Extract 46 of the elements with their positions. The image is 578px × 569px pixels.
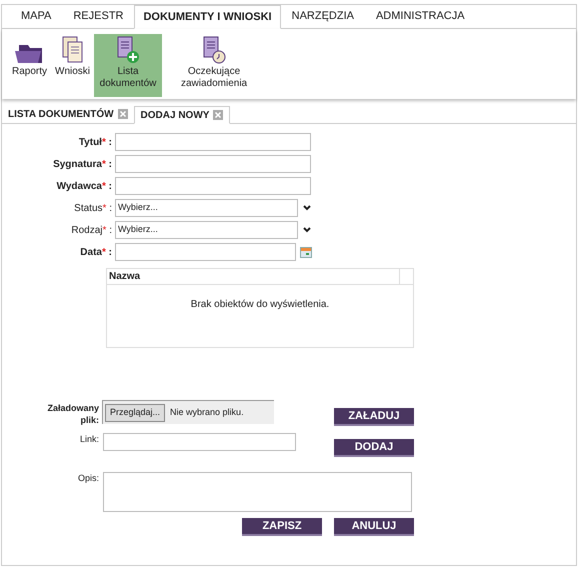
close-icon[interactable] bbox=[118, 109, 128, 119]
chevron-down-icon[interactable] bbox=[303, 227, 311, 233]
field-label: Wydawca* : bbox=[56, 180, 112, 194]
browse-button[interactable]: Przeglądaj... bbox=[105, 404, 166, 422]
empty-message: Brak obiektów do wyświetlenia. bbox=[190, 298, 330, 312]
ribbon-button[interactable]: Oczekujące zawiadomienia bbox=[172, 34, 256, 97]
field-label: Rodzaj* : bbox=[70, 224, 112, 238]
action-button[interactable]: ANULUJ bbox=[334, 518, 414, 536]
action-button[interactable]: DODAJ bbox=[334, 439, 414, 457]
field-label: Status* : bbox=[73, 202, 112, 216]
file-picker[interactable]: Przeglądaj... Nie wybrano pliku. bbox=[102, 400, 274, 424]
description-label: Opis: bbox=[76, 472, 99, 485]
upload-label: Załadowany plik: bbox=[46, 402, 99, 426]
document-clock-icon bbox=[202, 36, 226, 64]
sub-tab[interactable]: DODAJ NOWY bbox=[134, 106, 230, 124]
link-label: Link: bbox=[78, 433, 99, 446]
select-field[interactable]: Wybierz... bbox=[115, 199, 298, 217]
chevron-down-icon[interactable] bbox=[303, 205, 311, 211]
field-label: Tytuł* : bbox=[78, 136, 112, 150]
sub-tab[interactable]: LISTA DOKUMENTÓW bbox=[2, 105, 134, 123]
description-field[interactable] bbox=[103, 472, 412, 512]
date-field[interactable] bbox=[115, 243, 296, 261]
file-status: Nie wybrano pliku. bbox=[170, 406, 244, 419]
main-tab[interactable]: NARZĘDZIA bbox=[280, 4, 365, 28]
main-tab[interactable]: MAPA bbox=[10, 4, 62, 28]
document-add-icon bbox=[116, 36, 140, 64]
ribbon-button[interactable]: Wnioski bbox=[51, 34, 94, 97]
close-icon[interactable] bbox=[213, 110, 224, 120]
main-tab[interactable]: ADMINISTRACJA bbox=[364, 4, 476, 28]
calendar-icon[interactable] bbox=[300, 246, 312, 258]
text-field[interactable] bbox=[115, 177, 311, 195]
link-field[interactable] bbox=[103, 433, 296, 451]
folder-icon bbox=[14, 42, 44, 64]
main-tab[interactable]: DOKUMENTY I WNIOSKI bbox=[134, 5, 281, 29]
ribbon-button[interactable]: Lista dokumentów bbox=[94, 34, 162, 97]
action-button[interactable]: ZAPISZ bbox=[242, 518, 322, 536]
field-label: Data* : bbox=[79, 246, 112, 260]
text-field[interactable] bbox=[115, 155, 311, 173]
text-field[interactable] bbox=[115, 133, 311, 151]
column-header: Nazwa bbox=[108, 270, 142, 284]
ribbon-button[interactable]: Raporty bbox=[8, 34, 52, 97]
select-field[interactable]: Wybierz... bbox=[115, 221, 298, 239]
main-tab[interactable]: REJESTR bbox=[62, 4, 134, 28]
field-label: Sygnatura* : bbox=[52, 158, 112, 172]
action-button[interactable]: ZAŁADUJ bbox=[334, 408, 414, 426]
documents-icon bbox=[62, 36, 84, 64]
